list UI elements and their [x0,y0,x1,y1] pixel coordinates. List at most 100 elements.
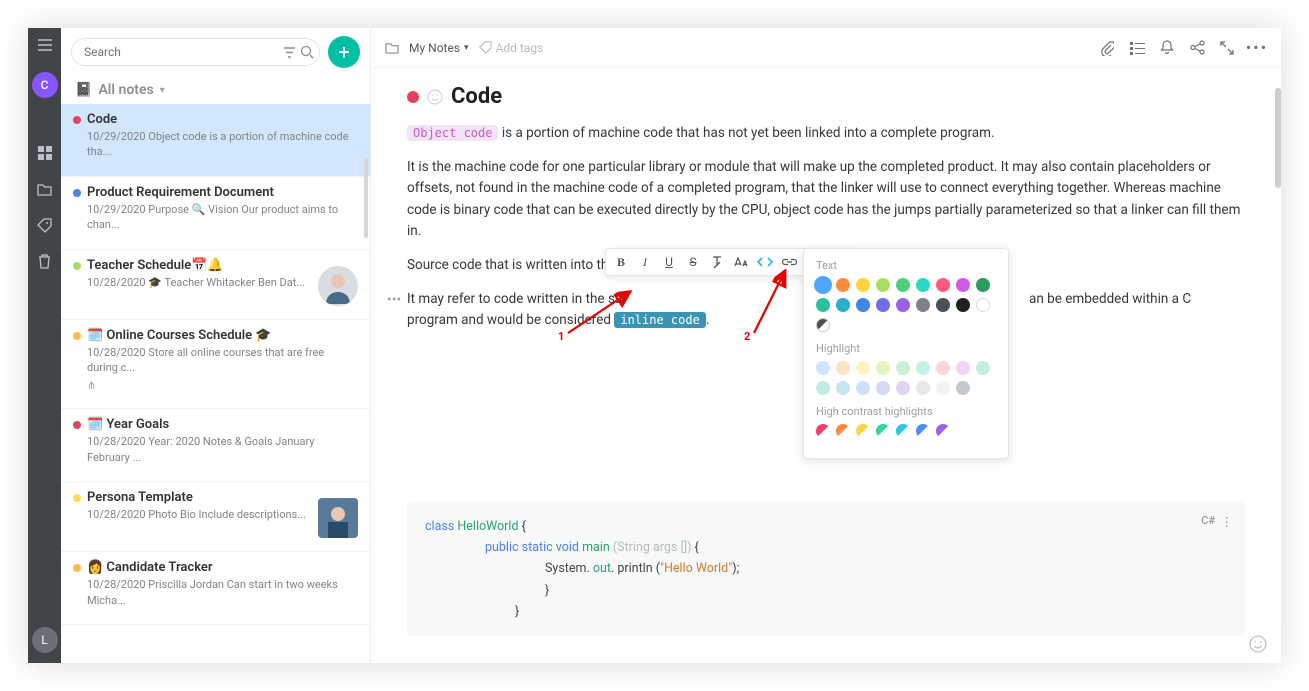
hc-swatch[interactable] [936,424,950,438]
color-swatch[interactable] [916,298,930,312]
color-swatch[interactable] [816,381,830,395]
bold-button[interactable]: B [610,251,632,273]
note-meta: 10/29/2020 Object code is a portion of m… [87,129,356,160]
expand-icon[interactable] [1217,38,1237,58]
color-swatch[interactable] [856,298,870,312]
hc-swatch[interactable] [836,424,850,438]
color-swatch[interactable] [876,298,890,312]
color-swatch[interactable] [816,361,830,375]
underline-button[interactable]: U [658,251,680,273]
note-title[interactable]: Code [451,84,502,109]
color-swatch[interactable] [816,298,830,312]
list-header[interactable]: 📓 All notes ▾ [61,76,370,104]
note-card[interactable]: Code10/29/2020 Object code is a portion … [61,104,370,177]
color-swatch[interactable] [936,278,950,292]
note-card[interactable]: 🗓️ Year Goals10/28/2020 Year: 2020 Notes… [61,409,370,482]
avatar-thumb [318,498,358,538]
paragraph[interactable]: Object code is a portion of machine code… [407,123,1245,145]
color-swatch[interactable] [876,381,890,395]
color-swatch[interactable] [836,361,850,375]
avatar[interactable]: C [32,72,58,98]
dashboard-icon[interactable] [36,144,54,162]
chevron-down-icon[interactable]: ▾ [160,85,165,96]
color-swatch[interactable] [916,278,930,292]
color-swatch[interactable] [936,298,950,312]
scrollbar[interactable] [364,158,368,238]
color-swatch[interactable] [956,381,970,395]
color-swatch[interactable] [856,381,870,395]
note-meta: 10/28/2020 🎓 Teacher Whitacker Ben Dat..… [87,275,356,290]
note-title: 🗓️ Year Goals [87,417,356,432]
color-swatch[interactable] [916,381,930,395]
color-swatch[interactable] [896,278,910,292]
notebook-icon: 📓 [75,82,92,98]
paragraph[interactable]: It is the machine code for one particula… [407,157,1245,243]
bottom-avatar[interactable]: L [32,627,58,653]
color-swatch[interactable] [936,381,950,395]
color-swatch[interactable] [856,361,870,375]
color-swatch[interactable] [976,298,990,312]
notes-list: Code10/29/2020 Object code is a portion … [61,104,370,663]
hc-swatch[interactable] [876,424,890,438]
note-meta: 10/28/2020 Priscilla Jordan Can start in… [87,577,356,608]
color-swatch[interactable] [816,318,830,332]
bell-icon[interactable] [1157,38,1177,58]
editor-body[interactable]: Code Object code is a portion of machine… [371,68,1281,663]
codeblock-lang[interactable]: C# [1201,512,1215,531]
breadcrumb[interactable]: My Notes▾ [409,41,469,55]
color-swatch[interactable] [956,361,970,375]
tag-icon[interactable] [36,216,54,234]
color-swatch[interactable] [876,278,890,292]
color-swatch[interactable] [896,381,910,395]
color-swatch[interactable] [856,278,870,292]
color-swatch[interactable] [816,278,830,292]
folder-icon[interactable] [36,180,54,198]
emoji-picker-icon[interactable] [427,89,443,105]
color-swatch[interactable] [976,361,990,375]
note-card[interactable]: Product Requirement Document10/29/2020 P… [61,177,370,250]
clear-format-button[interactable] [706,251,728,273]
color-swatch[interactable] [956,278,970,292]
add-note-button[interactable]: + [328,36,360,68]
filter-icon[interactable] [283,46,296,59]
color-swatch[interactable] [936,361,950,375]
note-meta: 10/29/2020 Purpose 🔍 Vision Our product … [87,202,356,233]
editor-scrollbar[interactable] [1275,88,1281,188]
hc-swatch[interactable] [816,424,830,438]
share-icon[interactable] [1187,38,1207,58]
italic-button[interactable]: I [634,251,656,273]
strikethrough-button[interactable]: S [682,251,704,273]
note-card[interactable]: 🗓️ Online Courses Schedule 🎓10/28/2020 S… [61,320,370,410]
nav-rail: C L [28,28,61,663]
emoji-button[interactable] [1249,635,1267,653]
color-swatch[interactable] [956,298,970,312]
hc-swatch[interactable] [856,424,870,438]
status-dot [407,91,419,103]
trash-icon[interactable] [36,252,54,270]
color-swatch[interactable] [876,361,890,375]
code-block[interactable]: C# ⋮ class HelloWorld { public static vo… [407,502,1245,636]
hc-swatch[interactable] [896,424,910,438]
menu-icon[interactable] [36,36,54,54]
color-swatch[interactable] [916,361,930,375]
note-title: Persona Template [87,490,356,505]
toc-icon[interactable] [1127,38,1147,58]
color-swatch[interactable] [836,381,850,395]
more-icon[interactable]: ••• [1247,38,1267,58]
color-dot [73,421,81,429]
hc-swatch[interactable] [916,424,930,438]
note-card[interactable]: Persona Template10/28/2020 Photo Bio Inc… [61,482,370,552]
color-swatch[interactable] [836,298,850,312]
add-tags-button[interactable]: Add tags [479,41,544,55]
attachment-icon[interactable] [1097,38,1117,58]
codeblock-menu-icon[interactable]: ⋮ [1221,512,1234,533]
note-card[interactable]: Teacher Schedule📅🔔10/28/2020 🎓 Teacher W… [61,250,370,320]
search-input[interactable] [71,38,320,66]
color-swatch[interactable] [896,361,910,375]
color-swatch[interactable] [836,278,850,292]
search-icon[interactable] [300,45,314,59]
block-menu-icon[interactable]: ••• [387,289,401,311]
color-swatch[interactable] [976,278,990,292]
note-card[interactable]: 👩 Candidate Tracker10/28/2020 Priscilla … [61,552,370,625]
color-swatch[interactable] [896,298,910,312]
